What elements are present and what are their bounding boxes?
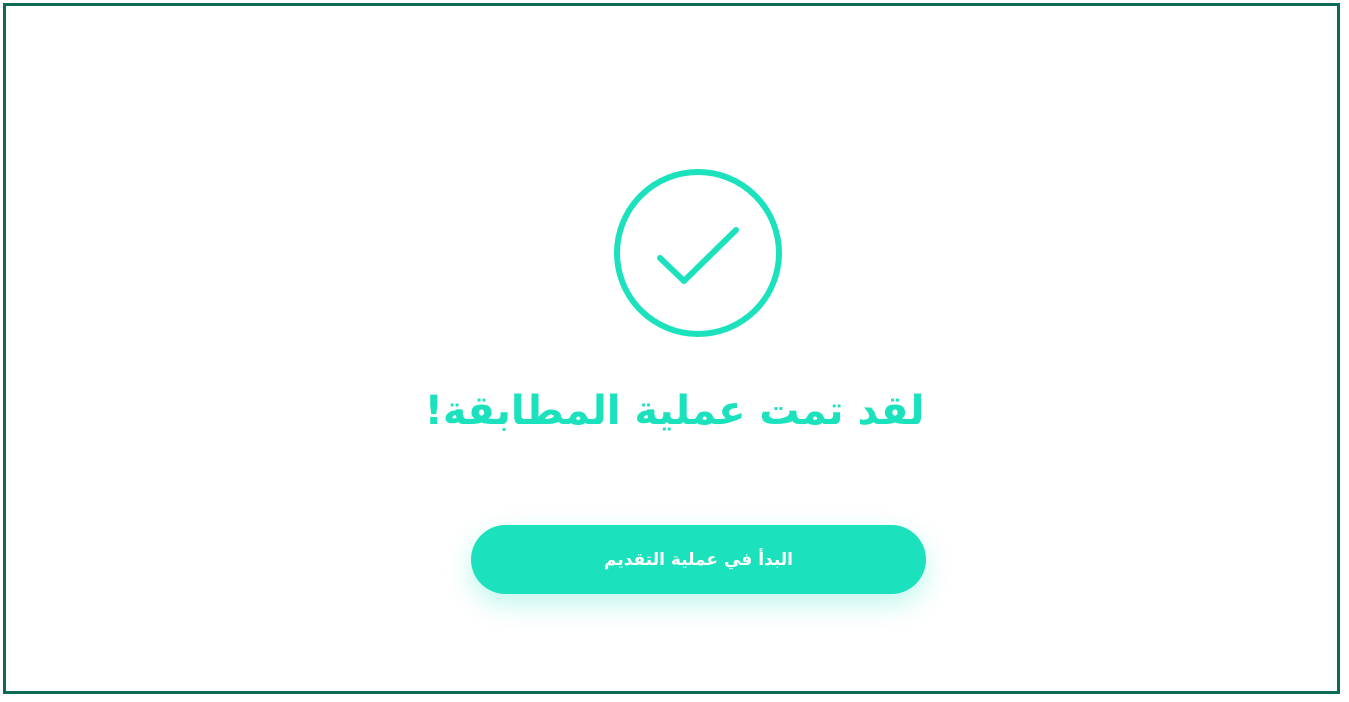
success-title: لقد تمت عملية المطابقة! (424, 388, 925, 434)
start-application-button[interactable]: البدأ في عملية التقديم (471, 525, 926, 594)
check-circle-icon (612, 167, 784, 339)
